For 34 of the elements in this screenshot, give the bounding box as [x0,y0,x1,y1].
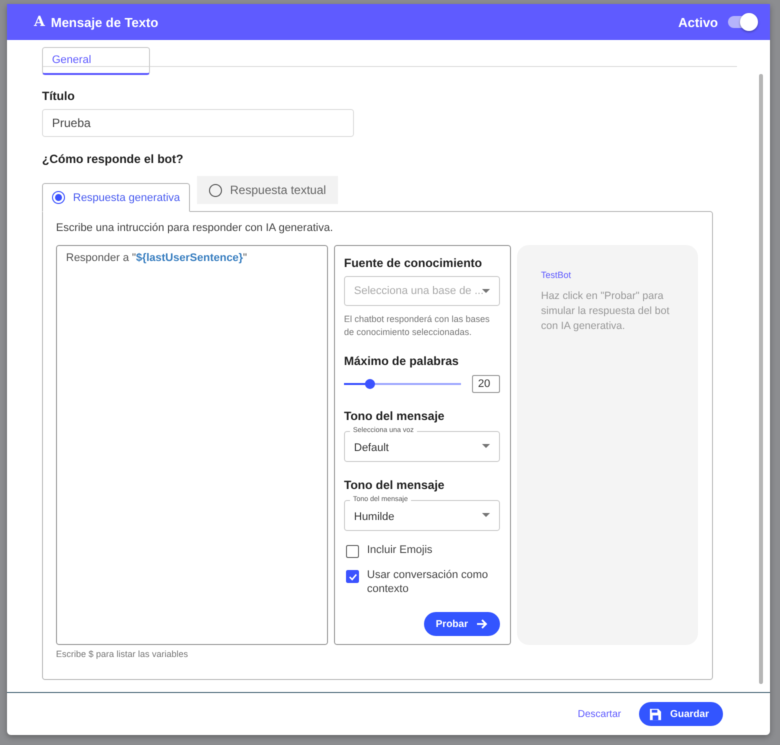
knowledge-help-text: El chatbot responderá con las bases de conocimiento seleccionadas. [344,313,491,339]
scrollbar-thumb[interactable] [759,74,763,684]
caret-icon [482,513,490,517]
max-words-heading: Máximo de palabras [344,354,460,368]
cancel-button[interactable]: Descartar [578,708,622,720]
checkbox[interactable] [346,570,359,583]
title-input-field[interactable]: Prueba [42,109,354,137]
prompt-text-area[interactable]: Responder a "${lastUserSentence}" [56,245,328,645]
caret-icon [482,289,490,293]
arrow-icon [476,618,488,630]
test-button[interactable]: Probar [424,612,500,636]
response-type-tab[interactable]: Respuesta generativa [42,183,190,212]
caret-icon [482,444,490,448]
max-words-input-field[interactable]: 20 [472,375,500,393]
testbot-title: TestBot [541,270,572,280]
dialog-icon: A [34,14,45,30]
checkbox-label: Usar conversación como contexto [367,568,490,596]
save-icon [649,708,662,720]
tone-heading: Tono del mensaje [344,478,446,492]
knowledge-heading: Fuente de conocimiento [344,256,484,270]
question-label: ¿Cómo responde el bot? [42,152,184,166]
response-type-tab[interactable]: Respuesta textual [197,176,338,204]
checkbox-label: Incluir Emojis [367,543,432,557]
active-toggle[interactable] [728,16,756,28]
general-tab[interactable]: General [42,47,150,75]
checkbox[interactable] [346,545,359,558]
dialog-title: Mensaje de Texto [50,14,158,30]
save-button[interactable]: Guardar [639,702,723,726]
testbot-message: Haz click en "Probar" para simular la respuesta del bot con IA generativa. [541,289,670,334]
active-label: Activo [678,14,718,30]
title-label: Título [42,89,76,103]
tone-heading: Tono del mensaje [344,409,446,423]
prompt-hint: Escribe $ para listar las variables [56,649,190,659]
instruction-text: Escribe una intrucción para responder con IA generativa. [56,222,334,234]
